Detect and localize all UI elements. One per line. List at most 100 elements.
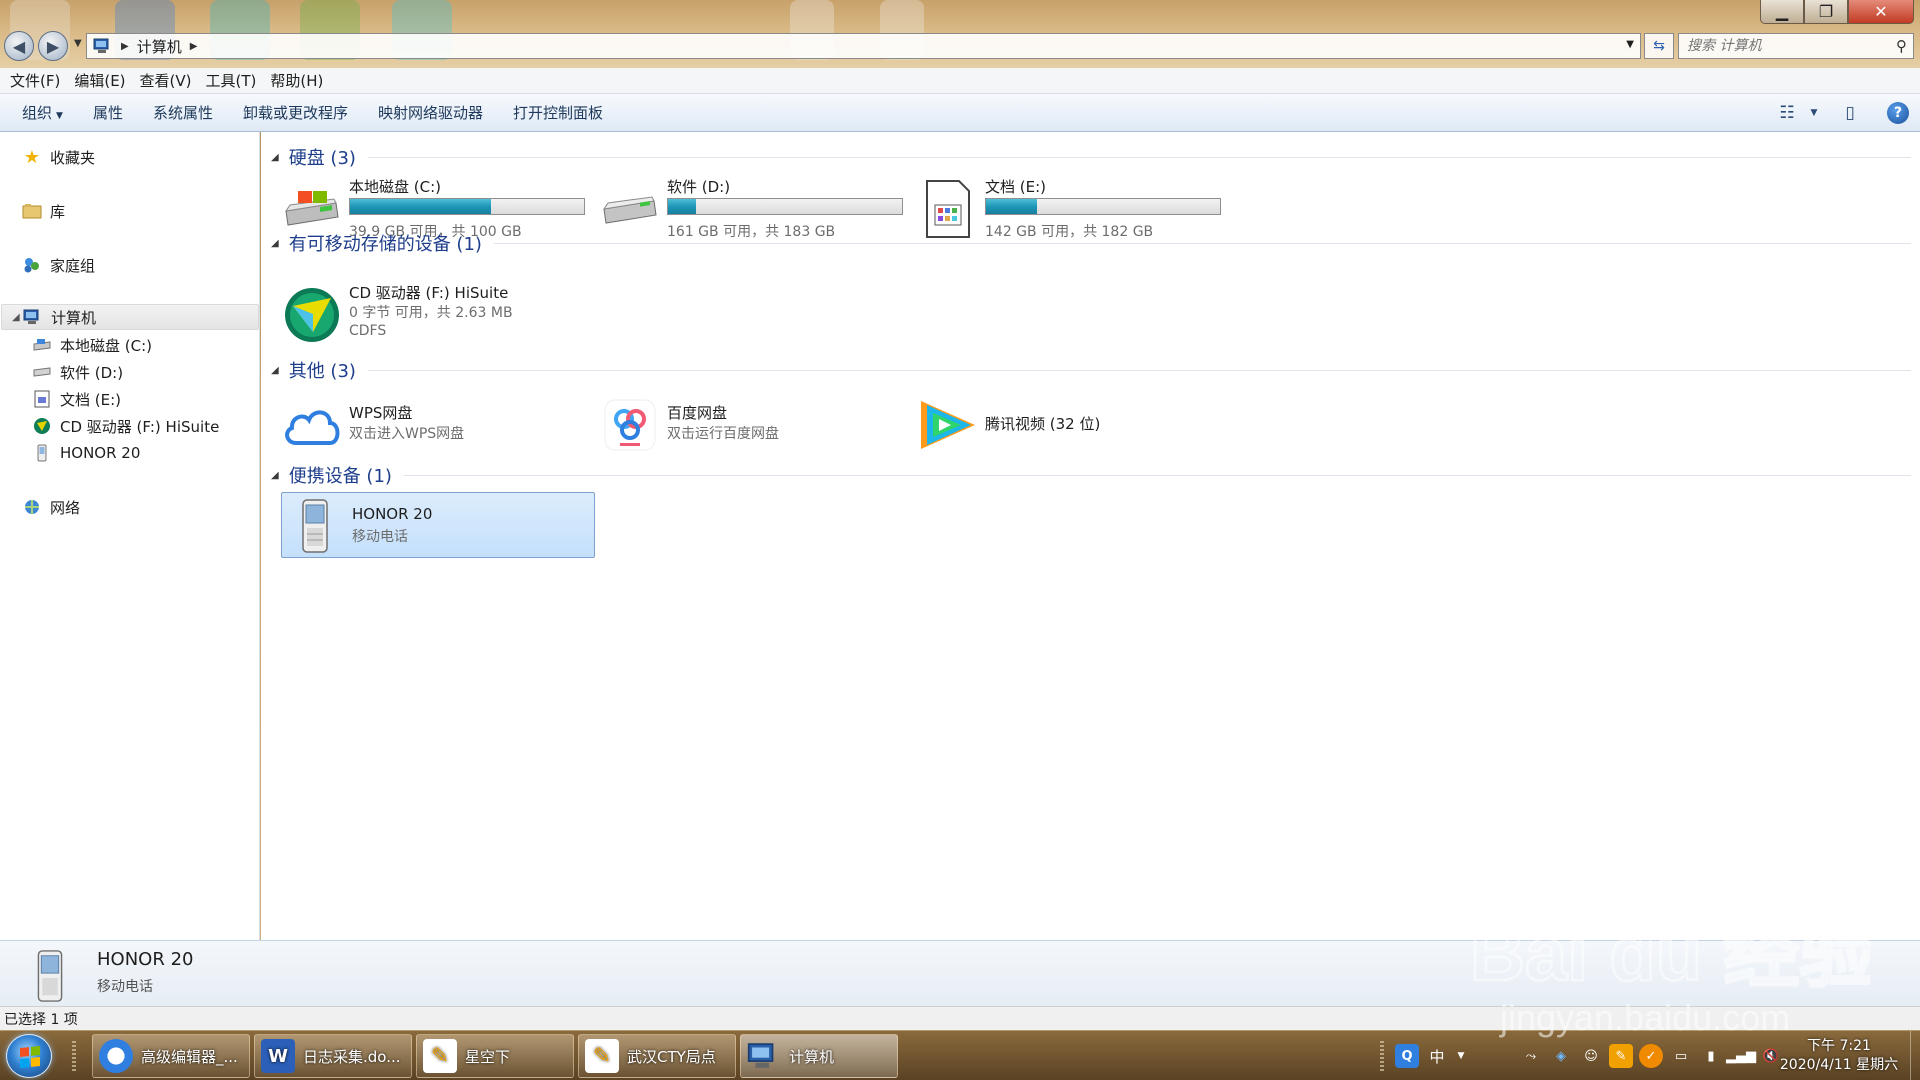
help-button[interactable]: ?	[1876, 102, 1920, 124]
help-icon: ?	[1887, 102, 1909, 124]
group-title: 硬盘 (3)	[288, 148, 356, 169]
hisuite-icon	[281, 284, 343, 346]
nav-drive-d-label: 软件 (D:)	[60, 363, 124, 382]
wps-cloud-tile[interactable]: WPS网盘 双击进入WPS网盘	[279, 392, 579, 458]
forward-button[interactable]: ▶	[38, 31, 68, 61]
chevron-down-icon[interactable]: ▼	[1455, 1044, 1467, 1068]
drive-tile-f[interactable]: CD 驱动器 (F:) HiSuite 0 字节 可用，共 2.63 MB CD…	[279, 282, 589, 352]
refresh-button[interactable]: ⇆	[1644, 33, 1674, 59]
task-word-log[interactable]: W 日志采集.do...	[254, 1034, 412, 1078]
group-header-removable[interactable]: ◢ 有可移动存储的设备 (1)	[271, 232, 1911, 255]
document-drive-icon	[917, 178, 979, 240]
drive-name: 文档 (E:)	[985, 178, 1047, 196]
tencent-video-icon	[917, 394, 979, 456]
nav-computer[interactable]: ◢ 计算机	[1, 304, 259, 330]
close-button[interactable]: ✕	[1848, 0, 1914, 24]
expand-arrow-icon[interactable]: ◢	[12, 312, 20, 323]
notes-icon: ✎	[585, 1039, 619, 1073]
maximize-button[interactable]: ❐	[1804, 0, 1848, 24]
navigation-pane: ★ 收藏夹 库 家庭组 ◢ 计算机 本地磁盘 (C:) 软件 (D:) 文档 (…	[0, 132, 260, 940]
back-button[interactable]: ◀	[4, 31, 34, 61]
search-box[interactable]: ⚲	[1678, 33, 1914, 59]
display-icon[interactable]: ▭	[1669, 1044, 1693, 1068]
menu-tools[interactable]: 工具(T)	[200, 70, 265, 91]
change-view-button[interactable]: ☷	[1770, 103, 1804, 123]
view-options-dropdown[interactable]: ▼	[1804, 108, 1824, 118]
qq-penguin-icon[interactable]: ☺	[1579, 1044, 1603, 1068]
link-icon[interactable]: ⤳	[1519, 1044, 1543, 1068]
task-label: 高级编辑器_...	[141, 1047, 238, 1066]
hisuite-icon	[32, 417, 52, 435]
nav-drive-c-label: 本地磁盘 (C:)	[60, 336, 152, 355]
word-icon: W	[261, 1039, 295, 1073]
nav-drive-e[interactable]: 文档 (E:)	[32, 386, 121, 412]
nav-honor20[interactable]: HONOR 20	[32, 440, 140, 466]
nav-libraries[interactable]: 库	[22, 198, 65, 224]
group-header-portable[interactable]: ◢ 便携设备 (1)	[271, 464, 1911, 487]
breadcrumb-computer[interactable]: 计算机	[137, 36, 182, 57]
drive-capacity: 0 字节 可用，共 2.63 MB	[349, 305, 513, 321]
taskbar-clock[interactable]: 下午 7:21 2020/4/11 星期六	[1764, 1037, 1914, 1075]
collapse-arrow-icon: ◢	[271, 364, 279, 376]
ime-q-icon[interactable]: Q	[1395, 1044, 1419, 1068]
chevron-down-icon: ▼	[1810, 108, 1818, 118]
divider	[367, 156, 1911, 158]
preview-pane-button[interactable]: ▯	[1824, 103, 1876, 123]
collapse-arrow-icon: ◢	[271, 151, 279, 163]
task-xingkongxia[interactable]: ✎ 星空下	[416, 1034, 574, 1078]
group-header-other[interactable]: ◢ 其他 (3)	[271, 359, 1911, 382]
organize-button[interactable]: 组织 ▼	[10, 102, 81, 123]
open-control-panel-button[interactable]: 打开控制面板	[501, 102, 621, 123]
uninstall-program-button[interactable]: 卸载或更改程序	[231, 102, 366, 123]
device-tile-honor20[interactable]: HONOR 20 移动电话	[281, 492, 595, 558]
battery-icon[interactable]: ▮	[1699, 1044, 1723, 1068]
search-icon[interactable]: ⚲	[1896, 37, 1907, 55]
group-header-hard-disks[interactable]: ◢ 硬盘 (3)	[271, 146, 1911, 169]
task-computer[interactable]: 计算机	[740, 1034, 898, 1078]
nav-favorites[interactable]: ★ 收藏夹	[22, 144, 95, 170]
minimize-button[interactable]: ▁	[1760, 0, 1804, 24]
task-wuhan-cty[interactable]: ✎ 武汉CTY局点	[578, 1034, 736, 1078]
breadcrumb-separator-icon[interactable]: ▶	[190, 41, 198, 52]
menu-view[interactable]: 查看(V)	[134, 70, 200, 91]
notes-icon: ✎	[423, 1039, 457, 1073]
signal-icon[interactable]: ▂▄▆	[1726, 1044, 1756, 1068]
computer-icon	[23, 308, 43, 326]
baidu-netdisk-icon	[599, 394, 661, 456]
recent-pages-dropdown[interactable]: ▼	[74, 38, 82, 49]
tencent-video-tile[interactable]: 腾讯视频 (32 位)	[915, 392, 1215, 458]
ime-mode-indicator[interactable]: 中	[1425, 1044, 1449, 1068]
computer-icon	[93, 38, 109, 53]
phone-icon	[30, 949, 70, 1003]
check-shield-icon[interactable]: ✓	[1639, 1044, 1663, 1068]
cube-icon[interactable]: ◈	[1549, 1044, 1573, 1068]
nav-network[interactable]: 网络	[22, 494, 80, 520]
show-desktop-button[interactable]	[1910, 1031, 1920, 1080]
start-button[interactable]	[6, 1034, 52, 1078]
phone-icon	[284, 495, 346, 557]
search-input[interactable]	[1687, 38, 1887, 54]
breadcrumb-separator-icon[interactable]: ▶	[121, 41, 129, 52]
nav-drive-f[interactable]: CD 驱动器 (F:) HiSuite	[32, 413, 219, 439]
nav-homegroup[interactable]: 家庭组	[22, 252, 95, 278]
address-bar[interactable]: ▶ 计算机 ▶ ▼	[86, 33, 1641, 59]
drive-usage-fill	[668, 199, 697, 214]
system-properties-button[interactable]: 系统属性	[141, 102, 231, 123]
homegroup-icon	[22, 256, 42, 274]
group-title: 便携设备 (1)	[288, 466, 392, 487]
notes-icon[interactable]: ✎	[1609, 1044, 1633, 1068]
taskbar-grip[interactable]	[1380, 1041, 1384, 1071]
star-icon: ★	[23, 146, 41, 168]
watermark-url: jingyan.baidu.com	[1499, 997, 1790, 1038]
address-dropdown-icon[interactable]: ▼	[1626, 39, 1634, 50]
nav-drive-c[interactable]: 本地磁盘 (C:)	[32, 332, 152, 358]
taskbar-grip[interactable]	[72, 1041, 76, 1071]
menu-file[interactable]: 文件(F)	[4, 70, 68, 91]
nav-drive-d[interactable]: 软件 (D:)	[32, 359, 123, 385]
menu-edit[interactable]: 编辑(E)	[68, 70, 133, 91]
properties-button[interactable]: 属性	[81, 102, 141, 123]
map-network-drive-button[interactable]: 映射网络驱动器	[366, 102, 501, 123]
task-sogou-editor[interactable]: 高级编辑器_...	[92, 1034, 250, 1078]
baidu-netdisk-tile[interactable]: 百度网盘 双击运行百度网盘	[597, 392, 897, 458]
menu-help[interactable]: 帮助(H)	[264, 70, 331, 91]
